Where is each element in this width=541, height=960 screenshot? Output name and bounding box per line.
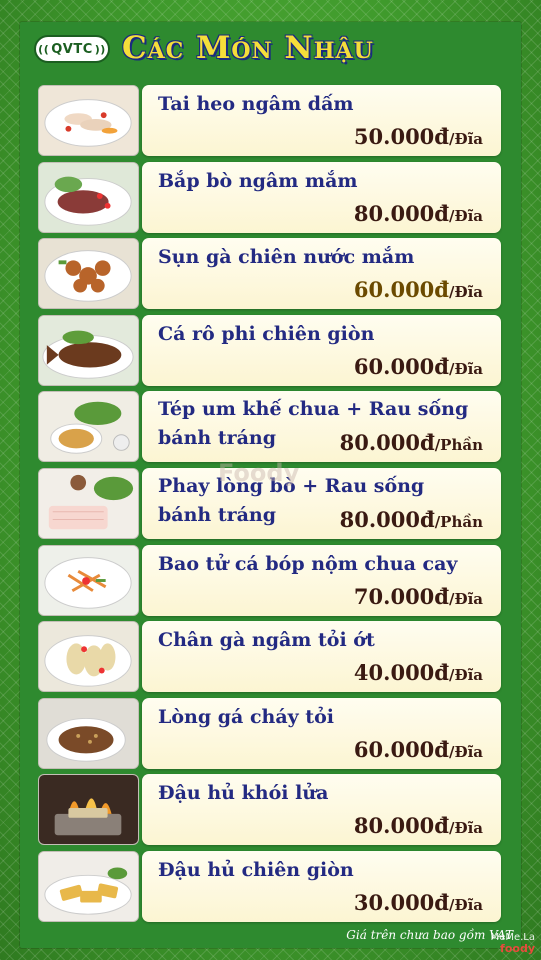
dish-price: 80.000đ/Đĩa bbox=[354, 813, 483, 838]
dish-price: 40.000đ/Đĩa bbox=[354, 660, 483, 685]
price-unit: /Đĩa bbox=[448, 206, 483, 225]
menu-title: Các Món Nhậu bbox=[122, 30, 374, 66]
dish-card: Chân gà ngâm tỏi ớt 40.000đ/Đĩa bbox=[142, 621, 501, 693]
dish-card: Bao tử cá bóp nộm chua cay 70.000đ/Đĩa bbox=[142, 544, 501, 616]
menu-item: Tai heo ngâm dấm 50.000đ/Đĩa bbox=[38, 85, 501, 156]
menu-item: Đậu hủ khói lửa 80.000đ/Đĩa bbox=[38, 774, 501, 846]
dish-name: Lòng gá cháy tỏi bbox=[158, 706, 334, 728]
price-unit: /Đĩa bbox=[448, 589, 483, 608]
dish-photo bbox=[38, 544, 139, 616]
price-unit: /Phần bbox=[434, 436, 483, 455]
menu-item: Tép um khế chua + Rau sống bánh tráng 80.0… bbox=[38, 391, 501, 463]
dish-photo bbox=[38, 391, 139, 463]
menu-item: Sụn gà chiên nước mắm 60.000đ/Đĩa bbox=[38, 238, 501, 310]
dish-photo bbox=[38, 697, 139, 769]
dish-name: Tai heo ngâm dấm bbox=[158, 93, 353, 115]
dish-name-line: Bắp bò ngâm mắm bbox=[158, 169, 358, 192]
price-unit: /Đĩa bbox=[448, 359, 483, 378]
dish-name-line: Tép um khế chua + Rau sống bbox=[158, 398, 469, 421]
dish-card: Cá rô phi chiên giòn 60.000đ/Đĩa bbox=[142, 314, 501, 386]
price-unit: /Đĩa bbox=[448, 666, 483, 685]
dish-card: Phay lòng bò + Rau sống bánh tráng 80.000đ… bbox=[142, 468, 501, 539]
dish-price: 60.000đ/Đĩa bbox=[354, 737, 483, 762]
dish-name-line: Chân gà ngâm tỏi ớt bbox=[158, 629, 375, 652]
menu-panel: (( QVTC )) Các Món Nhậu Tai heo ngâm dấm… bbox=[20, 22, 521, 948]
dish-price: 80.000đ/Phần bbox=[340, 507, 483, 532]
qvtc-logo: (( QVTC )) bbox=[34, 35, 110, 63]
wave-left-icon: (( bbox=[38, 42, 50, 56]
price-unit: /Phần bbox=[434, 513, 483, 531]
vat-footnote: Giá trên chưa bao gồm VAT bbox=[346, 928, 513, 942]
price-amount: 50.000đ bbox=[353, 124, 449, 149]
dish-photo bbox=[38, 851, 139, 922]
dish-photo bbox=[38, 314, 139, 386]
dish-price: 70.000đ/Đĩa bbox=[354, 584, 483, 609]
menu-item: Đậu hủ chiên giòn 30.000đ/Đĩa bbox=[38, 851, 501, 922]
dish-name: Chân gà ngâm tỏi ớt bbox=[158, 629, 375, 651]
menu-item: Chân gà ngâm tỏi ớt 40.000đ/Đĩa bbox=[38, 621, 501, 693]
price-unit: /Đĩa bbox=[448, 742, 483, 761]
dish-name: Bao tử cá bóp nộm chua cay bbox=[158, 553, 457, 575]
dish-card: Đậu hủ chiên giòn 30.000đ/Đĩa bbox=[142, 851, 501, 922]
dish-name: Đậu hủ chiên giòn bbox=[158, 859, 354, 881]
corner-watermark: MeMe.La foody bbox=[491, 932, 535, 954]
dish-card: Đậu hủ khói lửa 80.000đ/Đĩa bbox=[142, 774, 501, 846]
price-amount: 70.000đ bbox=[353, 583, 449, 609]
dish-name-line: Đậu hủ khói lửa bbox=[158, 782, 329, 805]
dish-photo bbox=[38, 774, 139, 846]
dish-price: 60.000đ/Đĩa bbox=[354, 277, 483, 302]
menu-item: Phay lòng bò + Rau sống bánh tráng 80.000đ… bbox=[38, 468, 501, 539]
dish-name-line: Bao tử cá bóp nộm chua cay bbox=[158, 552, 458, 575]
dish-photo bbox=[38, 238, 139, 310]
dish-price: 50.000đ/Đĩa bbox=[354, 124, 483, 149]
dish-card: Tép um khế chua + Rau sống bánh tráng 80.0… bbox=[142, 391, 501, 463]
dish-price: 60.000đ/Đĩa bbox=[354, 354, 483, 379]
dish-photo bbox=[38, 85, 139, 156]
dish-card: Sụn gà chiên nước mắm 60.000đ/Đĩa bbox=[142, 238, 501, 310]
menu-item: Cá rô phi chiên giòn 60.000đ/Đĩa bbox=[38, 314, 501, 386]
dish-name: Cá rô phi chiên giòn bbox=[158, 323, 374, 345]
price-amount: 30.000đ bbox=[353, 890, 449, 915]
dish-price: 30.000đ/Đĩa bbox=[354, 890, 483, 915]
price-unit: /Đĩa bbox=[448, 130, 483, 148]
menu-item: Lòng gá cháy tỏi 60.000đ/Đĩa bbox=[38, 697, 501, 769]
dish-name-line: Phay lòng bò + Rau sống bbox=[158, 475, 425, 497]
price-amount: 80.000đ bbox=[339, 507, 435, 532]
price-amount: 80.000đ bbox=[353, 813, 449, 839]
dish-name-line: Tai heo ngâm dấm bbox=[158, 93, 354, 115]
logo-text: QVTC bbox=[51, 41, 93, 57]
menu-item: Bắp bò ngâm mắm 80.000đ/Đĩa bbox=[38, 161, 501, 233]
dish-card: Lòng gá cháy tỏi 60.000đ/Đĩa bbox=[142, 697, 501, 769]
price-amount: 60.000đ bbox=[353, 277, 449, 303]
dish-name-line: Lòng gá cháy tỏi bbox=[158, 705, 334, 728]
dish-photo bbox=[38, 468, 139, 539]
menu-header: (( QVTC )) Các Món Nhậu bbox=[20, 22, 521, 82]
dish-price: 80.000đ/Đĩa bbox=[354, 201, 483, 226]
price-amount: 80.000đ bbox=[353, 200, 449, 226]
dish-name-line: Đậu hủ chiên giòn bbox=[158, 859, 354, 881]
dish-name: Đậu hủ khói lửa bbox=[158, 782, 328, 804]
dish-card: Tai heo ngâm dấm 50.000đ/Đĩa bbox=[142, 85, 501, 156]
price-amount: 60.000đ bbox=[353, 353, 449, 379]
price-amount: 40.000đ bbox=[353, 660, 449, 686]
price-unit: /Đĩa bbox=[448, 283, 483, 302]
price-amount: 80.000đ bbox=[339, 430, 435, 456]
price-unit: /Đĩa bbox=[448, 896, 483, 914]
dish-price: 80.000đ/Phần bbox=[340, 430, 483, 455]
dish-name-line: Sụn gà chiên nước mắm bbox=[158, 246, 415, 269]
price-amount: 60.000đ bbox=[353, 736, 449, 762]
price-unit: /Đĩa bbox=[448, 819, 483, 838]
dish-photo bbox=[38, 161, 139, 233]
menu-item: Bao tử cá bóp nộm chua cay 70.000đ/Đĩa bbox=[38, 544, 501, 616]
dish-name: Sụn gà chiên nước mắm bbox=[158, 246, 414, 268]
dish-name: Bắp bò ngâm mắm bbox=[158, 170, 358, 192]
wave-right-icon: )) bbox=[94, 42, 106, 56]
corner-watermark-brand: foody bbox=[500, 942, 535, 955]
dish-name-line: Cá rô phi chiên giòn bbox=[158, 322, 375, 345]
dish-photo bbox=[38, 621, 139, 693]
dish-card: Bắp bò ngâm mắm 80.000đ/Đĩa bbox=[142, 161, 501, 233]
